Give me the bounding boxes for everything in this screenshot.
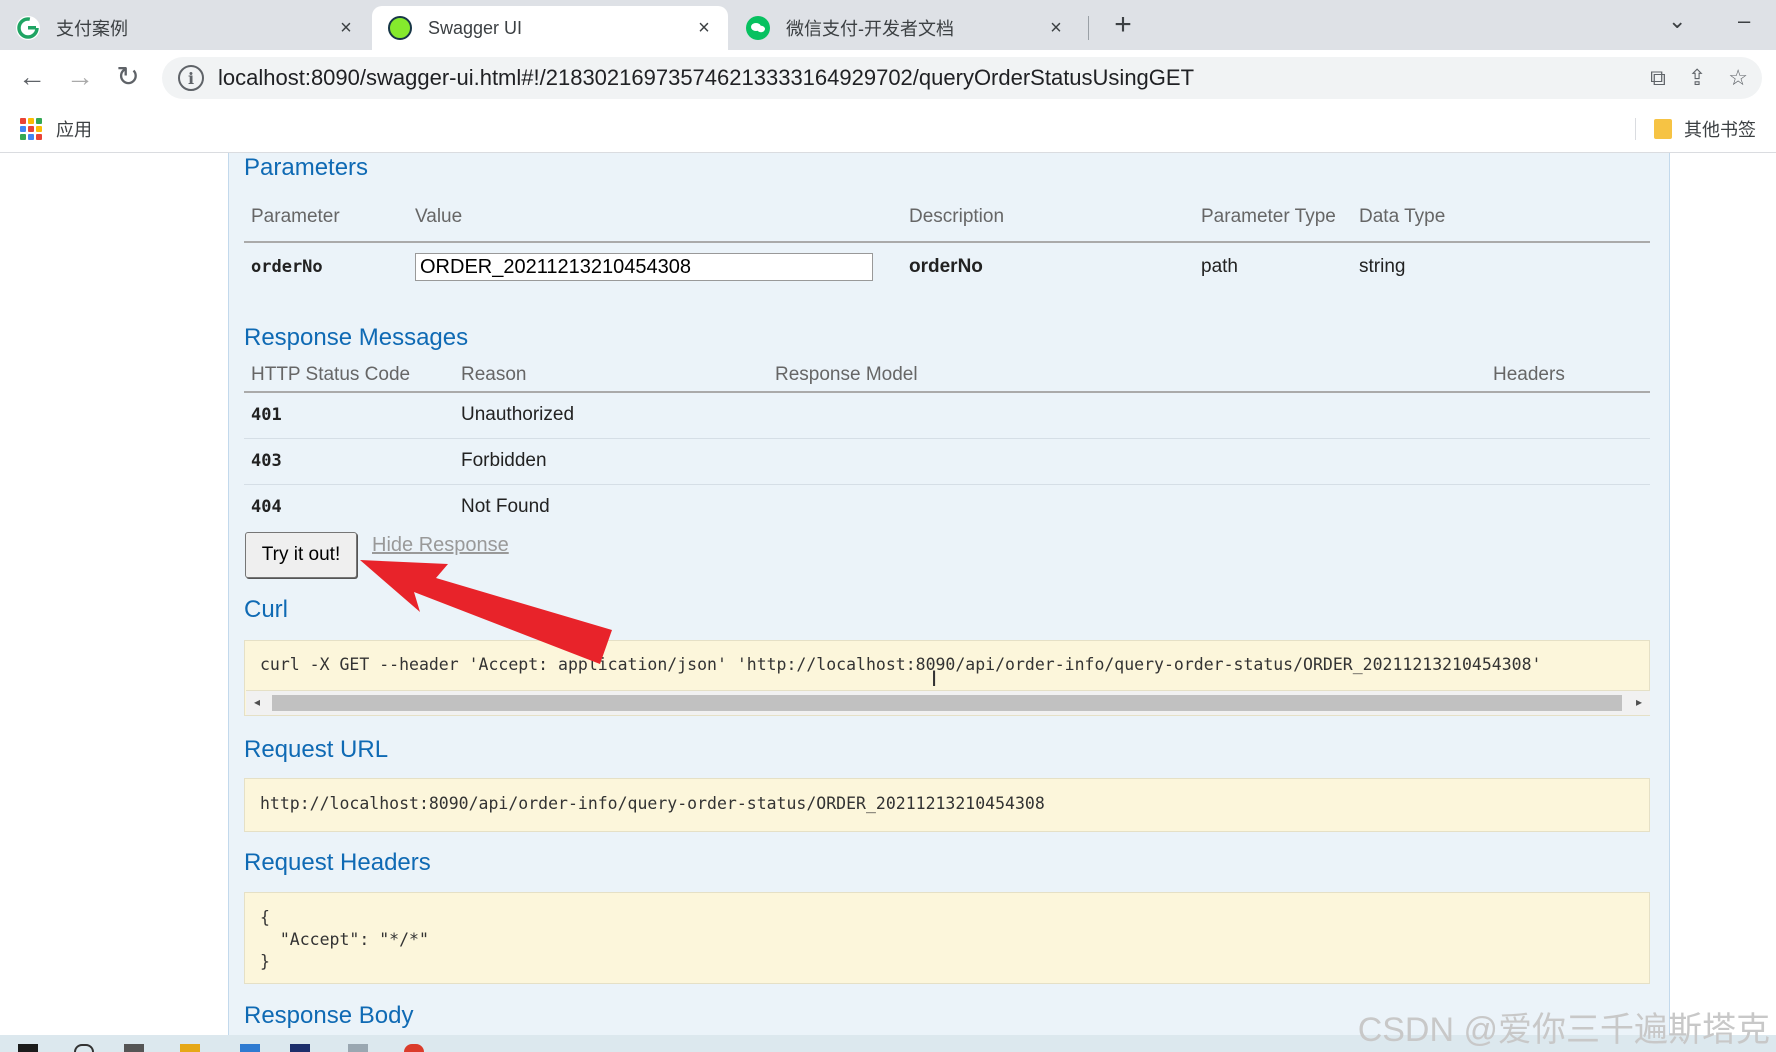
curl-title: Curl xyxy=(244,596,289,623)
start-icon[interactable] xyxy=(18,1044,38,1052)
chrome-icon[interactable] xyxy=(404,1044,424,1052)
col-parameter: Parameter xyxy=(244,192,408,243)
other-bookmarks[interactable]: 其他书签 xyxy=(1654,116,1756,142)
new-tab-button[interactable]: + xyxy=(1108,10,1138,40)
parameters-title: Parameters xyxy=(244,154,369,181)
request-headers-box: { "Accept": "*/*" } xyxy=(244,892,1650,984)
vscode-icon[interactable] xyxy=(240,1044,260,1052)
col-response-model: Response Model xyxy=(768,358,1486,393)
response-row: 401 Unauthorized xyxy=(244,392,1650,439)
minimize-icon[interactable]: – xyxy=(1738,8,1750,34)
apps-shortcut[interactable]: 应用 xyxy=(20,116,92,142)
forward-icon[interactable]: → xyxy=(64,62,96,94)
response-row: 403 Forbidden xyxy=(244,438,1650,485)
request-url-title: Request URL xyxy=(244,736,389,763)
status-code: 403 xyxy=(244,438,454,485)
status-code: 404 xyxy=(251,497,282,518)
other-bookmarks-label: 其他书签 xyxy=(1684,120,1756,140)
reload-icon[interactable]: ↻ xyxy=(112,62,144,94)
tab-title: 支付案例 xyxy=(56,19,128,39)
curl-command: curl -X GET --header 'Accept: applicatio… xyxy=(260,655,1542,674)
status-code: 401 xyxy=(244,392,454,439)
col-data-type: Data Type xyxy=(1352,192,1650,243)
param-type: path xyxy=(1201,255,1238,277)
close-tab-icon[interactable]: × xyxy=(1042,17,1070,40)
hide-response-link[interactable]: Hide Response xyxy=(372,534,509,557)
tab-payment-demo[interactable]: 支付案例 × xyxy=(0,6,370,50)
try-it-out-button[interactable]: Try it out! xyxy=(245,532,357,578)
url-text[interactable]: localhost:8090/swagger-ui.html#!/2183021… xyxy=(218,65,1194,91)
task-view-icon[interactable] xyxy=(124,1044,144,1052)
close-tab-icon[interactable]: × xyxy=(690,17,718,40)
curl-scrollbar[interactable]: ◂ ▸ xyxy=(246,690,1650,715)
ide-icon[interactable] xyxy=(290,1044,310,1052)
file-explorer-icon[interactable] xyxy=(180,1044,200,1052)
tab-search-icon[interactable]: ⌄ xyxy=(1668,8,1686,34)
tab-wechat-pay-docs[interactable]: 微信支付-开发者文档 × xyxy=(730,6,1080,50)
tab-strip: 支付案例 × Swagger UI × 微信支付-开发者文档 × + ⌄ – xyxy=(0,0,1776,50)
scroll-left-icon[interactable]: ◂ xyxy=(254,695,260,709)
tab-separator xyxy=(1088,16,1089,40)
order-no-input[interactable] xyxy=(415,252,873,281)
col-description: Description xyxy=(902,192,1194,243)
col-parameter-type: Parameter Type xyxy=(1194,192,1352,243)
close-tab-icon[interactable]: × xyxy=(332,17,360,40)
col-reason: Reason xyxy=(454,358,768,393)
request-url-box: http://localhost:8090/api/order-info/que… xyxy=(244,778,1650,832)
tab-swagger-ui[interactable]: Swagger UI × xyxy=(372,6,728,50)
address-bar[interactable]: i localhost:8090/swagger-ui.html#!/21830… xyxy=(162,57,1762,99)
parameter-row: orderNo orderNo path string xyxy=(244,242,1650,290)
csdn-watermark: CSDN @爱你三千遍斯塔克 xyxy=(1357,1011,1770,1049)
request-headers-value: { "Accept": "*/*" } xyxy=(260,908,429,971)
site-info-icon[interactable]: i xyxy=(178,65,204,91)
app-favicon-icon xyxy=(16,16,40,40)
back-icon[interactable]: ← xyxy=(16,62,48,94)
swagger-favicon-icon xyxy=(388,16,412,40)
response-row: 404 Not Found xyxy=(244,484,1650,530)
browser-toolbar: ← → ↻ i localhost:8090/swagger-ui.html#!… xyxy=(0,50,1776,106)
apps-grid-icon xyxy=(20,118,42,140)
folder-icon xyxy=(1654,119,1672,139)
tab-title: 微信支付-开发者文档 xyxy=(786,19,954,39)
col-value: Value xyxy=(408,192,902,243)
bookmarks-divider xyxy=(1635,118,1636,140)
scrollbar-thumb[interactable] xyxy=(272,695,1622,711)
request-headers-title: Request Headers xyxy=(244,849,431,876)
col-headers: Headers xyxy=(1486,358,1650,393)
status-reason: Not Found xyxy=(461,496,550,518)
col-http-status-code: HTTP Status Code xyxy=(244,358,454,393)
status-reason: Forbidden xyxy=(454,438,768,485)
terminal-icon[interactable] xyxy=(348,1044,368,1052)
response-messages-title: Response Messages xyxy=(244,324,469,351)
request-url-value: http://localhost:8090/api/order-info/que… xyxy=(260,794,1045,813)
param-name: orderNo xyxy=(251,256,323,277)
parameters-table: Parameter Value Description Parameter Ty… xyxy=(244,192,1650,290)
status-reason: Unauthorized xyxy=(454,392,768,439)
translate-icon[interactable]: ⧉ xyxy=(1650,65,1666,91)
search-icon[interactable] xyxy=(74,1044,94,1052)
bookmark-star-icon[interactable]: ☆ xyxy=(1728,65,1748,91)
response-messages-table: HTTP Status Code Reason Response Model H… xyxy=(244,358,1650,530)
param-data-type: string xyxy=(1359,255,1406,277)
share-icon[interactable]: ⇪ xyxy=(1688,65,1706,91)
apps-label: 应用 xyxy=(56,120,92,140)
bookmarks-bar: 应用 其他书签 xyxy=(0,106,1776,153)
tab-title: Swagger UI xyxy=(428,17,523,38)
scroll-right-icon[interactable]: ▸ xyxy=(1636,695,1642,709)
text-cursor-icon: I xyxy=(931,666,938,691)
response-body-title: Response Body xyxy=(244,1002,414,1029)
param-description: orderNo xyxy=(909,255,983,277)
wechat-favicon-icon xyxy=(746,16,770,40)
